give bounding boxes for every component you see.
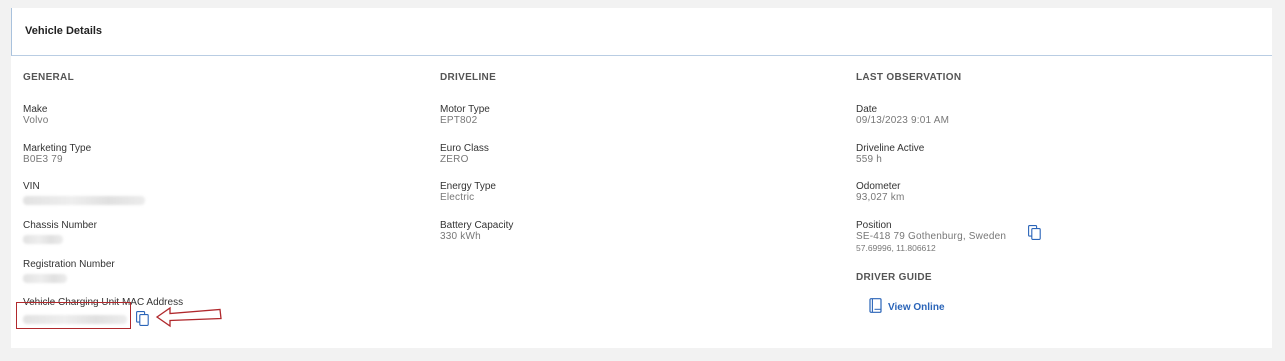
position-label: Position xyxy=(856,220,892,232)
date-value: 09/13/2023 9:01 AM xyxy=(856,115,950,126)
odometer-value: 93,027 km xyxy=(856,192,905,204)
date-label: Date xyxy=(856,104,878,115)
view-online-label: View Online xyxy=(888,301,945,313)
motor-type-value: EPT802 xyxy=(440,115,478,126)
marketing-type-label: Marketing Type xyxy=(23,142,92,154)
driveline-section: DRIVELINE Motor Type EPT802 Euro Class Z… xyxy=(440,72,513,259)
battery-capacity-value: 330 kWh xyxy=(440,231,481,243)
general-section: GENERAL Make Volvo Marketing Type B0E3 7… xyxy=(16,72,222,336)
chassis-number-value-redacted xyxy=(23,235,63,245)
motor-type-label: Motor Type xyxy=(440,104,490,115)
energy-type-label: Energy Type xyxy=(440,181,496,193)
mac-address-field: Vehicle Charging Unit MAC Address xyxy=(16,297,222,336)
vin-label: VIN xyxy=(23,181,40,193)
driveline-active-label: Driveline Active xyxy=(856,142,925,154)
odometer-field: Odometer 93,027 km xyxy=(856,181,1006,220)
make-field: Make Volvo xyxy=(23,104,183,143)
vin-value-redacted xyxy=(23,196,145,206)
position-value: SE-418 79 Gothenburg, Sweden xyxy=(856,231,1007,243)
view-online-link[interactable]: View Online xyxy=(869,298,945,316)
vehicle-details-panel: Vehicle Details GENERAL Make Volvo Marke… xyxy=(11,8,1272,348)
registration-number-value-redacted xyxy=(23,273,67,283)
position-coordinates: 57.69996, 11.806612 xyxy=(856,243,936,254)
copy-icon[interactable] xyxy=(136,311,149,331)
make-value: Volvo xyxy=(23,115,49,126)
chassis-number-field: Chassis Number xyxy=(23,220,183,259)
registration-number-label: Registration Number xyxy=(23,258,115,270)
driver-guide-title: DRIVER GUIDE xyxy=(856,272,932,283)
energy-type-value: Electric xyxy=(440,192,475,204)
position-field: Position SE-418 79 Gothenburg, Sweden 57… xyxy=(856,220,1041,259)
energy-type-field: Energy Type Electric xyxy=(440,181,513,220)
date-field: Date 09/13/2023 9:01 AM xyxy=(856,104,1006,143)
book-icon xyxy=(869,298,882,316)
last-observation-section: LAST OBSERVATION Date 09/13/2023 9:01 AM… xyxy=(856,72,1041,259)
odometer-label: Odometer xyxy=(856,181,901,193)
marketing-type-field: Marketing Type B0E3 79 xyxy=(23,143,183,182)
annotation-arrow xyxy=(154,306,224,333)
motor-type-field: Motor Type EPT802 xyxy=(440,104,513,143)
euro-class-label: Euro Class xyxy=(440,142,489,154)
marketing-type-value: B0E3 79 xyxy=(23,153,63,165)
driveline-section-title: DRIVELINE xyxy=(440,72,497,83)
copy-icon[interactable] xyxy=(1028,225,1041,245)
driveline-active-value: 559 h xyxy=(856,153,883,165)
euro-class-field: Euro Class ZERO xyxy=(440,143,513,182)
last-observation-section-title: LAST OBSERVATION xyxy=(856,72,962,83)
battery-capacity-field: Battery Capacity 330 kWh xyxy=(440,220,513,259)
chassis-number-label: Chassis Number xyxy=(23,220,97,232)
make-label: Make xyxy=(23,104,48,115)
vin-field: VIN xyxy=(23,181,183,220)
mac-address-highlight-box xyxy=(16,302,131,330)
driveline-active-field: Driveline Active 559 h xyxy=(856,143,1006,182)
general-section-title: GENERAL xyxy=(23,72,74,83)
panel-title: Vehicle Details xyxy=(11,8,1272,56)
registration-number-field: Registration Number xyxy=(23,259,183,298)
battery-capacity-label: Battery Capacity xyxy=(440,220,514,232)
euro-class-value: ZERO xyxy=(440,153,469,165)
